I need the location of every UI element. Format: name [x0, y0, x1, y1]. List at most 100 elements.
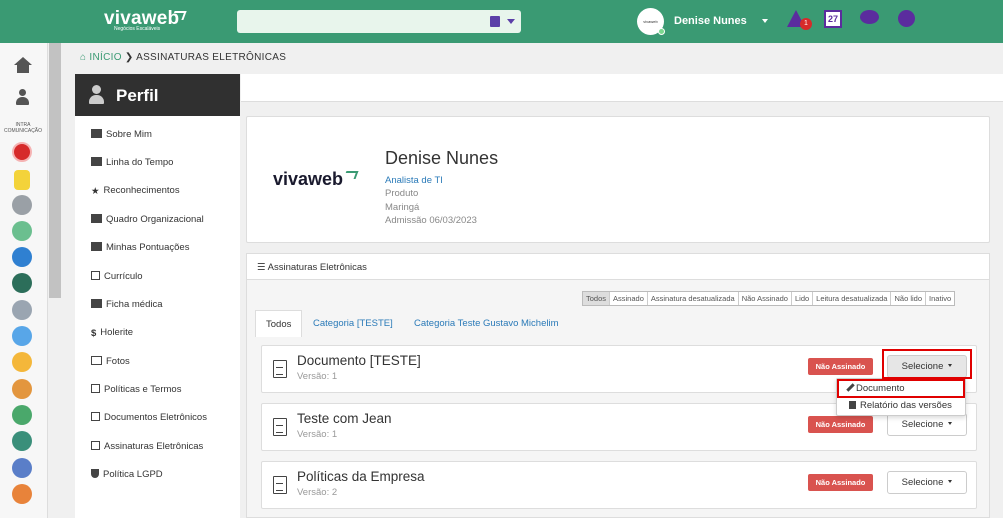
breadcrumb-separator-icon: ❯ [124, 52, 137, 63]
user-icon[interactable] [15, 89, 30, 106]
shield-icon [91, 469, 99, 478]
tab-todos[interactable]: Todos [255, 310, 303, 337]
list-icon: ☰ [257, 262, 268, 273]
alert-circle-icon[interactable] [12, 142, 32, 162]
sidebar-item-politica-lgpd[interactable]: Política LGPD [91, 469, 163, 480]
tablet-icon[interactable] [12, 273, 32, 293]
book-app-icon[interactable] [12, 221, 32, 241]
document-version: Versão: 1 [297, 429, 338, 440]
profile-sidebar-header: Perfil [75, 74, 240, 116]
breadcrumb-current: ASSINATURAS ELETRÔNICAS [136, 52, 287, 63]
sidebar-item-fotos[interactable]: Fotos [91, 356, 130, 367]
highlight-select-button [882, 349, 972, 379]
select-action-button[interactable]: Selecione [887, 471, 967, 494]
sidebar-item-assinaturas-eletronicas[interactable]: Assinaturas Eletrônicas [91, 441, 203, 452]
filter-assinatura-desatualizada[interactable]: Assinatura desatualizada [648, 292, 739, 305]
profile-city: Maringá [385, 202, 420, 213]
sidebar-item-ficha-medica[interactable]: Ficha médica [91, 299, 163, 310]
profile-card: vivaweb Denise Nunes Analista de TI Prod… [246, 116, 990, 243]
document-title: Documento [TESTE] [297, 353, 421, 368]
sidebar-item-sobre-mim[interactable]: Sobre Mim [91, 129, 152, 140]
dollar-icon: $ [91, 328, 97, 339]
calendar-icon[interactable]: 27 [824, 10, 842, 28]
search-input[interactable] [237, 10, 521, 33]
notes-icon[interactable] [12, 352, 32, 372]
sidebar-item-holerite[interactable]: $ Holerite [91, 327, 133, 339]
tree-icon[interactable] [12, 379, 32, 399]
picture-icon[interactable] [12, 405, 32, 425]
avatar[interactable]: vivaweb [637, 8, 665, 35]
status-badge: Não Assinado [808, 474, 873, 491]
sidebar-item-politicas-termos[interactable]: Políticas e Termos [91, 384, 181, 395]
status-badge: Não Assinado [808, 358, 873, 375]
tab-categoria-teste[interactable]: Categoria [TESTE] [313, 310, 393, 337]
panel-header: ☰ Assinaturas Eletrônicas [247, 254, 989, 280]
profile-role[interactable]: Analista de TI [385, 175, 443, 186]
chevron-down-icon [948, 480, 953, 483]
filter-leitura-desatualizada[interactable]: Leitura desatualizada [813, 292, 892, 305]
sitemap-icon [91, 214, 102, 223]
user-name[interactable]: Denise Nunes [674, 15, 747, 27]
file-icon [91, 271, 100, 280]
status-filter-group: Todos Assinado Assinatura desatualizada … [582, 291, 956, 306]
filter-todos[interactable]: Todos [583, 292, 611, 305]
sidebar-item-documentos-eletronicos[interactable]: Documentos Eletrônicos [91, 412, 207, 423]
globe-icon[interactable] [898, 10, 915, 27]
document-version: Versão: 2 [297, 487, 338, 498]
sidebar-title: Perfil [116, 86, 159, 105]
filter-nao-lido[interactable]: Não lido [891, 292, 927, 305]
document-icon [273, 418, 287, 436]
profile-department: Produto [385, 188, 419, 199]
app-logo[interactable]: vivaweb Negócios Escaláveis [104, 8, 187, 32]
filter-nao-assinado[interactable]: Não Assinado [739, 292, 792, 305]
logo-mark-icon [171, 11, 187, 20]
sidebar-item-minhas-pontuacoes[interactable]: Minhas Pontuações [91, 242, 189, 253]
sidebar-item-reconhecimentos[interactable]: ★ Reconhecimentos [91, 185, 180, 197]
message-icon[interactable] [12, 326, 32, 346]
document-row: Políticas da Empresa Versão: 2 Não Assin… [261, 461, 977, 509]
filter-inativo[interactable]: Inativo [926, 292, 954, 305]
file-icon [849, 401, 856, 409]
info-circle-icon[interactable] [12, 247, 32, 267]
sidebar-item-curriculo[interactable]: Currículo [91, 271, 143, 282]
highlight-documento-item [837, 379, 965, 398]
chat-icon[interactable] [860, 10, 879, 24]
sidebar-item-linha-do-tempo[interactable]: Linha do Tempo [91, 157, 173, 168]
logo-mark-icon [343, 171, 359, 179]
status-badge: Não Assinado [808, 416, 873, 433]
menu-item-relatorio-versoes[interactable]: Relatório das versões [849, 400, 952, 411]
book-icon[interactable] [490, 16, 500, 27]
ribbon-icon[interactable] [14, 170, 30, 190]
rail-scrollbar[interactable] [49, 43, 61, 298]
chevron-down-icon[interactable] [507, 19, 515, 24]
online-status-icon [658, 28, 665, 35]
filter-lido[interactable]: Lido [792, 292, 814, 305]
browser-icon[interactable] [12, 431, 32, 451]
id-card-icon [91, 129, 102, 138]
team-icon[interactable] [12, 300, 32, 320]
alert-count-badge: 1 [800, 18, 812, 30]
medical-plus-icon [91, 299, 102, 308]
profile-user-icon [89, 85, 104, 105]
tab-categoria-gustavo[interactable]: Categoria Teste Gustavo Michelim [414, 310, 559, 337]
chevron-down-icon [948, 422, 953, 425]
profile-sidebar-menu: Sobre Mim Linha do Tempo ★ Reconhecimento… [75, 116, 240, 518]
user-menu-caret-icon[interactable] [762, 19, 768, 23]
document-app-icon[interactable] [12, 484, 32, 504]
gear-icon[interactable] [12, 195, 32, 215]
breadcrumb-home[interactable]: ⌂ INÍCIO [80, 52, 122, 63]
home-icon[interactable] [14, 57, 32, 73]
file-text-icon [91, 384, 100, 393]
filter-assinado[interactable]: Assinado [610, 292, 648, 305]
building-icon[interactable] [12, 458, 32, 478]
list-icon [91, 157, 102, 166]
document-title: Políticas da Empresa [297, 469, 425, 484]
content-header-strip [241, 74, 1003, 102]
left-rail: INTRA COMUNICAÇÃO [0, 43, 61, 518]
document-icon [273, 476, 287, 494]
select-action-button[interactable]: Selecione [887, 413, 967, 436]
intra-label: INTRA COMUNICAÇÃO [3, 122, 43, 134]
profile-admission: Admissão 06/03/2023 [385, 215, 477, 226]
document-version: Versão: 1 [297, 371, 338, 382]
sidebar-item-quadro-organizacional[interactable]: Quadro Organizacional [91, 214, 204, 225]
